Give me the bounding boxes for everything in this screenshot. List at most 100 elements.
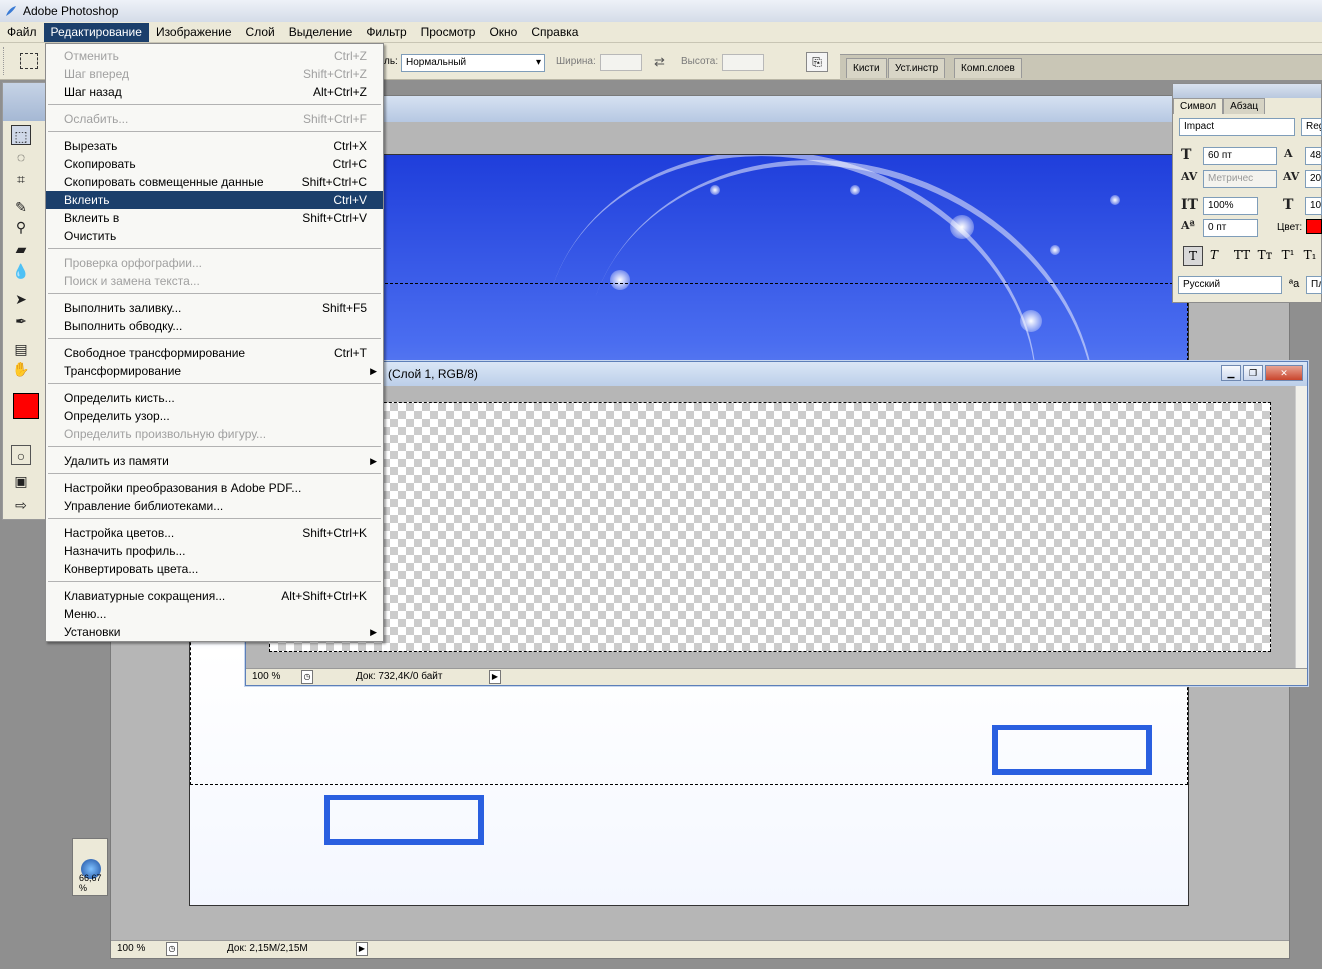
menu-item-pdf-presets[interactable]: Настройки преобразования в Adobe PDF...	[46, 479, 383, 497]
stamp-tool-icon[interactable]: ⚲	[11, 217, 31, 237]
eraser-tool-icon[interactable]: ▰	[11, 239, 31, 259]
status-menu-arrow-icon[interactable]: ▶	[489, 670, 501, 684]
menu-item-clear[interactable]: Очистить	[46, 227, 383, 245]
swap-arrows-icon[interactable]: ⇄	[654, 54, 665, 70]
width-field[interactable]	[600, 54, 642, 71]
menu-item-paste[interactable]: Вклеить Ctrl+V	[46, 191, 383, 209]
subscript-button[interactable]: T₁	[1300, 246, 1320, 266]
marquee-tool-icon[interactable]: ⬚	[11, 125, 31, 145]
imageready-jump-icon[interactable]: ⇨	[11, 495, 31, 515]
healing-brush-icon[interactable]: ✎	[11, 197, 31, 217]
horizontal-scale-field[interactable]: 10	[1305, 197, 1322, 215]
menu-item-convert-profile[interactable]: Конвертировать цвета...	[46, 560, 383, 578]
menu-item-purge[interactable]: Удалить из памяти ▶	[46, 452, 383, 470]
crop-tool-icon[interactable]: ⌗	[11, 169, 31, 189]
tracking-field[interactable]: 20	[1305, 170, 1322, 188]
menu-item-fade[interactable]: Ослабить... Shift+Ctrl+F	[46, 110, 383, 128]
font-size-field[interactable]: 60 пт	[1203, 147, 1277, 165]
menu-view[interactable]: Просмотр	[414, 23, 483, 42]
faux-italic-button[interactable]: T	[1204, 246, 1224, 266]
vertical-scrollbar[interactable]	[1295, 386, 1307, 669]
text-color-swatch[interactable]	[1306, 219, 1322, 234]
menu-edit[interactable]: Редактирование	[43, 22, 149, 42]
menu-item-free-transform[interactable]: Свободное трансформирование Ctrl+T	[46, 344, 383, 362]
menu-item-menus[interactable]: Меню...	[46, 605, 383, 623]
tab-brushes[interactable]: Кисти	[846, 58, 887, 78]
menu-item-step-backward[interactable]: Шаг назад Alt+Ctrl+Z	[46, 83, 383, 101]
faux-bold-button[interactable]: T	[1183, 246, 1203, 266]
menu-item-stroke[interactable]: Выполнить обводку...	[46, 317, 383, 335]
layer-zoom[interactable]: 100 %	[252, 671, 280, 682]
minimized-document[interactable]: 66,67 %	[72, 838, 108, 896]
transparent-canvas[interactable]	[269, 402, 1271, 652]
height-field[interactable]	[722, 54, 764, 71]
toolbox-header[interactable]	[3, 83, 45, 121]
tab-character[interactable]: Символ	[1173, 98, 1224, 114]
menu-file[interactable]: Файл	[0, 23, 44, 42]
menu-item-color-settings[interactable]: Настройка цветов... Shift+Ctrl+K	[46, 524, 383, 542]
character-panel-header[interactable]	[1173, 84, 1321, 98]
menu-filter[interactable]: Фильтр	[359, 23, 413, 42]
menu-image[interactable]: Изображение	[149, 23, 239, 42]
style-select[interactable]: Нормальный	[401, 54, 545, 72]
hand-tool-icon[interactable]: ✋	[11, 359, 31, 379]
submenu-arrow-icon: ▶	[370, 366, 377, 376]
menu-item-fill[interactable]: Выполнить заливку... Shift+F5	[46, 299, 383, 317]
menu-item-define-custom-shape[interactable]: Определить произвольную фигуру...	[46, 425, 383, 443]
menu-item-step-forward[interactable]: Шаг вперед Shift+Ctrl+Z	[46, 65, 383, 83]
kerning-field[interactable]: Метричес	[1203, 170, 1277, 188]
menu-item-copy-merged[interactable]: Скопировать совмещенные данные Shift+Ctrl…	[46, 173, 383, 191]
blur-tool-icon[interactable]: 💧	[11, 261, 31, 281]
pen-tool-icon[interactable]: ✒	[11, 311, 31, 331]
menu-separator	[48, 446, 381, 447]
menu-layer[interactable]: Слой	[239, 23, 282, 42]
minimize-button[interactable]: ▁	[1221, 365, 1241, 381]
standard-mode-icon[interactable]: ○	[11, 445, 31, 465]
status-menu-arrow-icon[interactable]: ▶	[356, 942, 368, 956]
leading-field[interactable]: 48	[1305, 147, 1322, 165]
menu-item-copy[interactable]: Скопировать Ctrl+C	[46, 155, 383, 173]
menu-window[interactable]: Окно	[482, 23, 524, 42]
menu-item-define-pattern[interactable]: Определить узор...	[46, 407, 383, 425]
superscript-button[interactable]: T¹	[1278, 246, 1298, 266]
foreground-color-swatch[interactable]	[13, 393, 39, 419]
screen-mode-icon[interactable]: ▣	[11, 471, 31, 491]
menu-item-check-spelling[interactable]: Проверка орфографии...	[46, 254, 383, 272]
font-family-select[interactable]: Impact	[1179, 118, 1295, 136]
notes-tool-icon[interactable]: ▤	[11, 339, 31, 359]
close-button[interactable]: ✕	[1265, 365, 1303, 381]
menu-item-assign-profile[interactable]: Назначить профиль...	[46, 542, 383, 560]
menu-item-keyboard-shortcuts[interactable]: Клавиатурные сокращения... Alt+Shift+Ctrl…	[46, 587, 383, 605]
antialias-select[interactable]: Пл	[1306, 276, 1322, 294]
menu-select[interactable]: Выделение	[282, 23, 360, 42]
sparkle	[1110, 195, 1120, 205]
vertical-scale-field[interactable]: 100%	[1203, 197, 1258, 215]
small-caps-button[interactable]: Tт	[1255, 246, 1275, 266]
lasso-tool-icon[interactable]: ◌	[11, 147, 31, 167]
options-grip[interactable]	[3, 47, 7, 75]
tab-layer-comps[interactable]: Комп.слоев	[954, 58, 1022, 78]
menu-item-cut[interactable]: Вырезать Ctrl+X	[46, 137, 383, 155]
move-tool-icon[interactable]: ➤	[11, 289, 31, 309]
layer-document-titlebar[interactable]: (Слой 1, RGB/8)	[246, 362, 1307, 386]
marquee-tool-icon[interactable]	[20, 53, 38, 69]
all-caps-button[interactable]: TT	[1232, 246, 1252, 266]
menu-item-paste-into[interactable]: Вклеить в Shift+Ctrl+V	[46, 209, 383, 227]
status-icon[interactable]: ◷	[301, 670, 313, 684]
font-style-select[interactable]: Reg	[1301, 118, 1322, 136]
baseline-shift-field[interactable]: 0 пт	[1203, 219, 1258, 237]
tab-paragraph[interactable]: Абзац	[1223, 98, 1266, 114]
menu-item-define-brush[interactable]: Определить кисть...	[46, 389, 383, 407]
tab-tool-presets[interactable]: Уст.инстр	[888, 58, 946, 78]
menu-item-undo[interactable]: Отменить Ctrl+Z	[46, 47, 383, 65]
status-icon[interactable]: ◷	[166, 942, 178, 956]
menu-item-transform[interactable]: Трансформирование ▶	[46, 362, 383, 380]
menu-item-preferences[interactable]: Установки ▶	[46, 623, 383, 641]
menu-item-preset-manager[interactable]: Управление библиотеками...	[46, 497, 383, 515]
menu-item-find-replace[interactable]: Поиск и замена текста...	[46, 272, 383, 290]
main-zoom[interactable]: 100 %	[117, 943, 145, 954]
restore-button[interactable]: ❐	[1243, 365, 1263, 381]
file-browser-icon[interactable]: ⎘	[806, 52, 828, 72]
menu-help[interactable]: Справка	[524, 23, 585, 42]
language-select[interactable]: Русский	[1178, 276, 1282, 294]
